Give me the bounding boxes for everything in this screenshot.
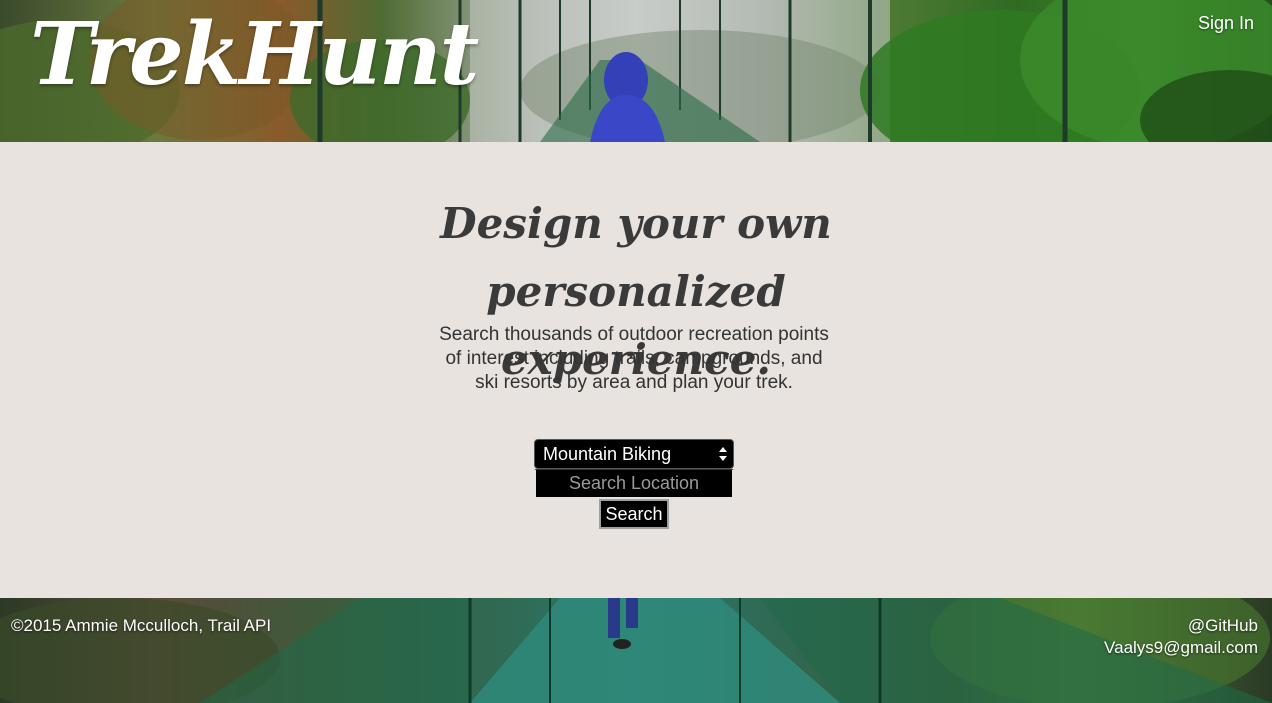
sign-in-link[interactable]: Sign In <box>1198 13 1254 34</box>
header-banner: TrekHunt Sign In <box>0 0 1272 142</box>
activity-select[interactable]: Mountain Biking <box>534 439 734 469</box>
footer-banner: ©2015 Ammie Mcculloch, Trail API @GitHub… <box>0 598 1272 703</box>
github-link[interactable]: @GitHub <box>1104 615 1258 637</box>
location-search-input[interactable] <box>534 469 734 499</box>
footer-links: @GitHub Vaalys9@gmail.com <box>1104 615 1258 659</box>
copyright-text: ©2015 Ammie Mcculloch, Trail API <box>11 616 272 635</box>
hero-description: Search thousands of outdoor recreation p… <box>439 324 829 393</box>
main-content: Design your own personalized experience.… <box>0 142 1272 598</box>
footer-background-image <box>0 598 1272 703</box>
email-link[interactable]: Vaalys9@gmail.com <box>1104 637 1258 659</box>
search-button[interactable]: Search <box>599 499 669 529</box>
site-logo[interactable]: TrekHunt <box>30 12 479 98</box>
updown-arrows-icon <box>719 447 727 461</box>
page: TrekHunt Sign In Design your own persona… <box>0 0 1272 703</box>
activity-select-value: Mountain Biking <box>543 444 672 464</box>
